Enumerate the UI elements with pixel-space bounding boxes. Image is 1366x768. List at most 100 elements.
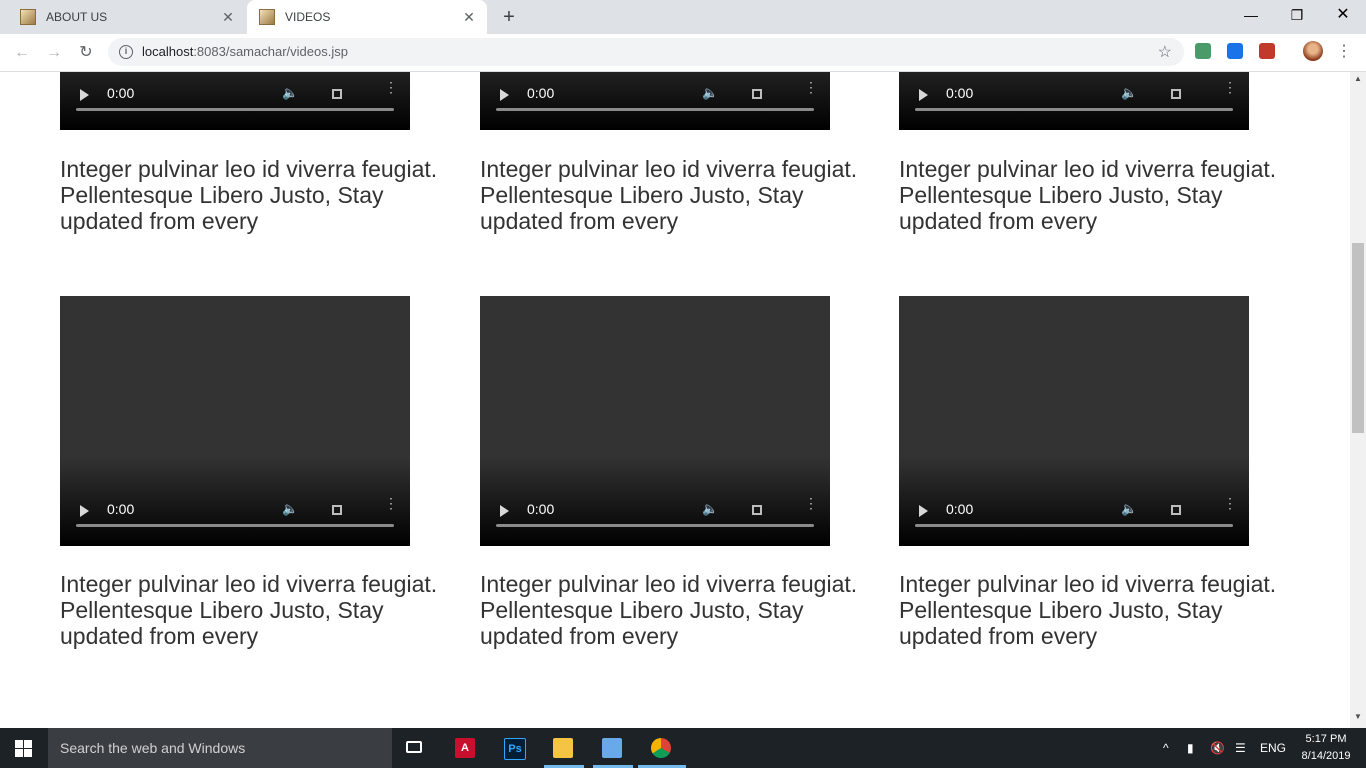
reload-button[interactable]: ↻: [74, 41, 98, 65]
show-hidden-icons-icon[interactable]: ^: [1163, 728, 1169, 768]
play-icon[interactable]: [500, 505, 509, 517]
more-options-icon[interactable]: ⋮: [1223, 496, 1237, 510]
photoshop-icon[interactable]: Ps: [504, 738, 526, 760]
site-info-icon[interactable]: i: [119, 45, 133, 59]
back-button[interactable]: ←: [10, 41, 34, 65]
url-path: :8083/samachar/videos.jsp: [193, 44, 348, 59]
video-time: 0:00: [107, 85, 135, 101]
fullscreen-icon[interactable]: [752, 505, 762, 515]
task-view-icon[interactable]: [406, 741, 422, 753]
extension-pdf-icon[interactable]: [1259, 43, 1275, 59]
video-controls: 0:00 🔈 ⋮: [899, 72, 1249, 130]
acrobat-icon[interactable]: A: [455, 738, 475, 758]
bookmark-star-icon[interactable]: ☆: [1158, 42, 1172, 62]
scroll-up-arrow-icon[interactable]: ▲: [1354, 74, 1362, 83]
chrome-menu-icon[interactable]: ⋮: [1336, 42, 1352, 62]
play-icon[interactable]: [80, 89, 89, 101]
video-player[interactable]: 0:00 🔈 ⋮: [60, 72, 410, 130]
video-controls: 0:00 🔈 ⋮: [60, 72, 410, 130]
cube-app-icon[interactable]: [602, 738, 622, 758]
video-time: 0:00: [527, 85, 555, 101]
clock-date: 8/14/2019: [1301, 750, 1351, 762]
fullscreen-icon[interactable]: [332, 89, 342, 99]
url-text[interactable]: localhost:8083/samachar/videos.jsp: [142, 44, 348, 59]
video-controls: 0:00 🔈 ⋮: [480, 482, 830, 546]
video-controls: 0:00 🔈 ⋮: [480, 72, 830, 130]
fullscreen-icon[interactable]: [1171, 89, 1181, 99]
more-options-icon[interactable]: ⋮: [384, 80, 398, 94]
video-caption: Integer pulvinar leo id viverra feugiat.…: [480, 156, 858, 234]
more-options-icon[interactable]: ⋮: [804, 80, 818, 94]
video-player[interactable]: 0:00 🔈 ⋮: [899, 72, 1249, 130]
video-progress-bar[interactable]: [496, 524, 814, 527]
volume-icon[interactable]: 🔈: [702, 85, 718, 101]
video-caption: Integer pulvinar leo id viverra feugiat.…: [899, 156, 1277, 234]
close-tab-icon[interactable]: ✕: [461, 9, 477, 25]
video-time: 0:00: [946, 85, 974, 101]
new-tab-button[interactable]: +: [498, 7, 520, 27]
battery-icon[interactable]: ▮: [1187, 728, 1194, 768]
more-options-icon[interactable]: ⋮: [804, 496, 818, 510]
browser-toolbar: ← → ↻ i localhost:8083/samachar/videos.j…: [0, 34, 1366, 72]
play-icon[interactable]: [919, 505, 928, 517]
play-icon[interactable]: [500, 89, 509, 101]
scrollbar-thumb[interactable]: [1352, 243, 1364, 433]
fullscreen-icon[interactable]: [1171, 505, 1181, 515]
tab-title: VIDEOS: [285, 10, 331, 24]
video-caption: Integer pulvinar leo id viverra feugiat.…: [60, 571, 438, 649]
fullscreen-icon[interactable]: [332, 505, 342, 515]
video-controls: 0:00 🔈 ⋮: [899, 482, 1249, 546]
close-window-button[interactable]: ✕: [1320, 0, 1366, 30]
action-center-icon[interactable]: ☰: [1235, 728, 1246, 768]
video-player[interactable]: 0:00 🔈 ⋮: [60, 296, 410, 546]
video-caption: Integer pulvinar leo id viverra feugiat.…: [899, 571, 1277, 649]
video-progress-bar[interactable]: [915, 108, 1233, 111]
video-progress-bar[interactable]: [496, 108, 814, 111]
taskbar-clock[interactable]: 5:17 PM 8/14/2019: [1296, 731, 1356, 765]
forward-button[interactable]: →: [42, 41, 66, 65]
windows-logo-icon: [15, 740, 23, 748]
video-caption: Integer pulvinar leo id viverra feugiat.…: [480, 571, 858, 649]
start-button[interactable]: [0, 728, 48, 768]
play-icon[interactable]: [80, 505, 89, 517]
video-controls: 0:00 🔈 ⋮: [60, 482, 410, 546]
page-favicon-icon: [259, 9, 275, 25]
profile-avatar[interactable]: [1303, 41, 1323, 61]
file-explorer-icon[interactable]: [553, 738, 573, 758]
video-player[interactable]: 0:00 🔈 ⋮: [480, 296, 830, 546]
volume-muted-icon[interactable]: 🔇: [1210, 728, 1225, 768]
close-tab-icon[interactable]: ✕: [220, 9, 236, 25]
chrome-icon[interactable]: [651, 738, 671, 758]
tab-strip: ABOUT US ✕ VIDEOS ✕ + — ❐ ✕: [0, 0, 1366, 34]
minimize-button[interactable]: —: [1228, 0, 1274, 30]
tab-about-us[interactable]: ABOUT US ✕: [8, 0, 246, 34]
scroll-down-arrow-icon[interactable]: ▼: [1354, 712, 1362, 721]
page-content: 0:00 🔈 ⋮ Integer pulvinar leo id viverra…: [0, 72, 1350, 728]
video-progress-bar[interactable]: [76, 108, 394, 111]
tab-videos[interactable]: VIDEOS ✕: [247, 0, 487, 34]
video-player[interactable]: 0:00 🔈 ⋮: [480, 72, 830, 130]
restore-button[interactable]: ❐: [1274, 0, 1320, 30]
volume-icon[interactable]: 🔈: [282, 501, 298, 517]
fullscreen-icon[interactable]: [752, 89, 762, 99]
play-icon[interactable]: [919, 89, 928, 101]
video-player[interactable]: 0:00 🔈 ⋮: [899, 296, 1249, 546]
more-options-icon[interactable]: ⋮: [1223, 80, 1237, 94]
address-bar[interactable]: i localhost:8083/samachar/videos.jsp ☆: [108, 38, 1184, 66]
extension-sheets-icon[interactable]: [1195, 43, 1211, 59]
video-progress-bar[interactable]: [76, 524, 394, 527]
volume-icon[interactable]: 🔈: [1121, 501, 1137, 517]
video-time: 0:00: [527, 501, 555, 517]
video-time: 0:00: [946, 501, 974, 517]
video-progress-bar[interactable]: [915, 524, 1233, 527]
video-caption: Integer pulvinar leo id viverra feugiat.…: [60, 156, 438, 234]
extension-search-icon[interactable]: [1227, 43, 1243, 59]
volume-icon[interactable]: 🔈: [282, 85, 298, 101]
volume-icon[interactable]: 🔈: [1121, 85, 1137, 101]
tab-title: ABOUT US: [46, 10, 108, 24]
language-indicator[interactable]: ENG: [1260, 728, 1286, 768]
taskbar-search-box[interactable]: Search the web and Windows: [48, 728, 392, 768]
video-time: 0:00: [107, 501, 135, 517]
more-options-icon[interactable]: ⋮: [384, 496, 398, 510]
volume-icon[interactable]: 🔈: [702, 501, 718, 517]
